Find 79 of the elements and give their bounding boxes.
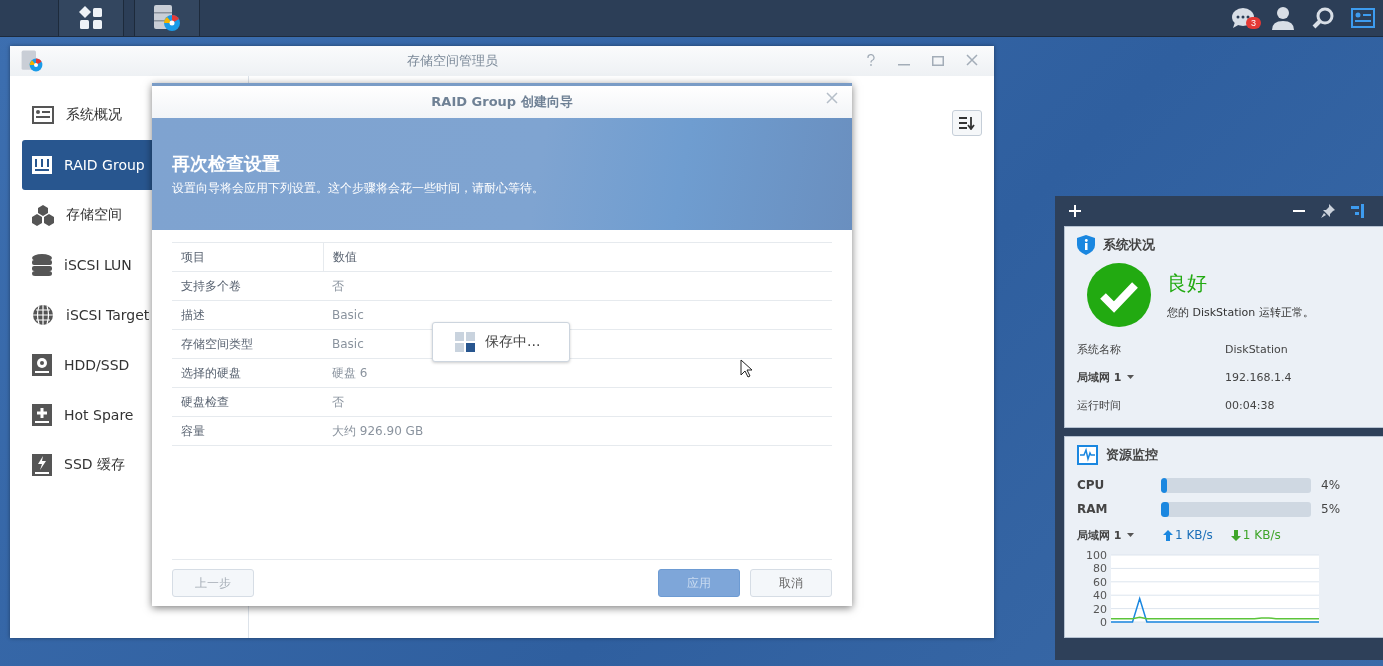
question-icon — [866, 54, 876, 66]
axis-tick-label: 60 — [1093, 575, 1107, 589]
table-cell-text: 硬盘检查 — [180, 393, 229, 411]
id-card-icon — [1351, 8, 1375, 28]
up-arrow-icon — [1163, 529, 1173, 541]
info-shield-icon — [1077, 235, 1095, 255]
storage-app-button[interactable] — [134, 0, 200, 36]
status-text: 良好 — [1167, 270, 1208, 297]
info-label: 运行时间 — [1077, 397, 1122, 413]
user-icon — [1272, 6, 1294, 30]
meter-label: RAM — [1077, 502, 1109, 516]
minus-icon — [1293, 210, 1305, 212]
meter-label: CPU — [1077, 478, 1106, 492]
info-value: 00:04:38 — [1225, 398, 1276, 412]
search-icon — [1312, 7, 1334, 29]
table-cell-text: 硬盘 6 — [331, 364, 368, 382]
loading-squares-icon — [455, 332, 475, 352]
close-icon — [966, 54, 978, 66]
chat-button[interactable]: 3 — [1223, 0, 1263, 36]
table-cell-text: 存储空间类型 — [180, 335, 253, 353]
info-label: 系统名称 — [1077, 341, 1122, 357]
window-title: 存储空间管理员 — [405, 52, 499, 70]
table-cell-text: 选择的硬盘 — [180, 364, 241, 382]
meter-reading: 5% — [1320, 502, 1342, 516]
id-card-icon — [32, 106, 54, 124]
pin-button[interactable] — [1321, 204, 1335, 218]
dialog-button[interactable]: 取消 — [750, 569, 832, 597]
column-header: 数值 — [323, 243, 357, 271]
table-cell-text: Basic — [331, 336, 364, 353]
close-icon — [826, 92, 838, 104]
caret-icon — [1127, 533, 1135, 537]
globe-icon — [32, 304, 54, 326]
table-cell-text: Basic — [331, 307, 364, 324]
widget-title: 资源监控 — [1106, 446, 1158, 464]
upload-rate: 1 KB/s — [1163, 528, 1213, 542]
check-circle-icon — [1087, 263, 1151, 327]
pulse-icon — [1077, 445, 1098, 465]
storage-app-icon — [20, 49, 44, 73]
column-header: 项目 — [180, 248, 205, 266]
maximize-icon — [932, 56, 944, 66]
download-rate: 1 KB/s — [1230, 528, 1281, 542]
sidebar-item[interactable]: 系统概况 — [22, 90, 248, 140]
plus-icon — [1069, 205, 1081, 217]
info-value: 192.168.1.4 — [1225, 370, 1293, 384]
cubes-icon — [32, 204, 54, 226]
meter-reading: 4% — [1320, 478, 1342, 492]
table-cell-text: 容量 — [180, 422, 205, 440]
raid-icon — [32, 156, 52, 174]
axis-tick-label: 20 — [1093, 602, 1107, 616]
add-widget-button[interactable] — [1069, 205, 1081, 217]
sort-button[interactable] — [952, 110, 982, 136]
saving-text: 保存中... — [485, 333, 541, 351]
axis-tick-label: 40 — [1093, 589, 1107, 603]
widget-title: 系统状况 — [1103, 236, 1155, 254]
axis-tick-label: 0 — [1100, 616, 1107, 629]
pin-icon — [1321, 204, 1335, 218]
axis-tick-label: 80 — [1093, 562, 1107, 576]
dock-right-icon — [1351, 204, 1365, 218]
network-dropdown[interactable]: 局域网 1 — [1077, 369, 1225, 385]
table-cell-text: 支持多个卷 — [180, 277, 241, 295]
table-cell-text: 否 — [331, 277, 344, 295]
mouse-cursor-icon — [740, 359, 753, 378]
network-dropdown[interactable]: 局域网 1 — [1077, 527, 1157, 543]
status-message: 您的 DiskStation 运转正常。 — [1167, 305, 1314, 320]
caret-icon — [1127, 375, 1135, 379]
storage-app-icon — [152, 3, 182, 33]
minimize-icon — [898, 64, 910, 66]
main-menu-button[interactable] — [58, 0, 124, 36]
down-arrow-icon — [1230, 529, 1241, 541]
table-cell-text: 大约 926.90 GB — [331, 422, 424, 440]
table-cell-text: 否 — [331, 393, 344, 411]
dialog-title: RAID Group 创建向导 — [431, 93, 573, 111]
sort-icon — [959, 116, 975, 130]
axis-tick-label: 100 — [1086, 549, 1107, 562]
grid-icon — [79, 6, 103, 30]
database-icon — [32, 254, 52, 276]
table-cell-text: 描述 — [180, 306, 205, 324]
info-value: DiskStation — [1225, 342, 1289, 356]
dock-button[interactable] — [1351, 204, 1365, 218]
